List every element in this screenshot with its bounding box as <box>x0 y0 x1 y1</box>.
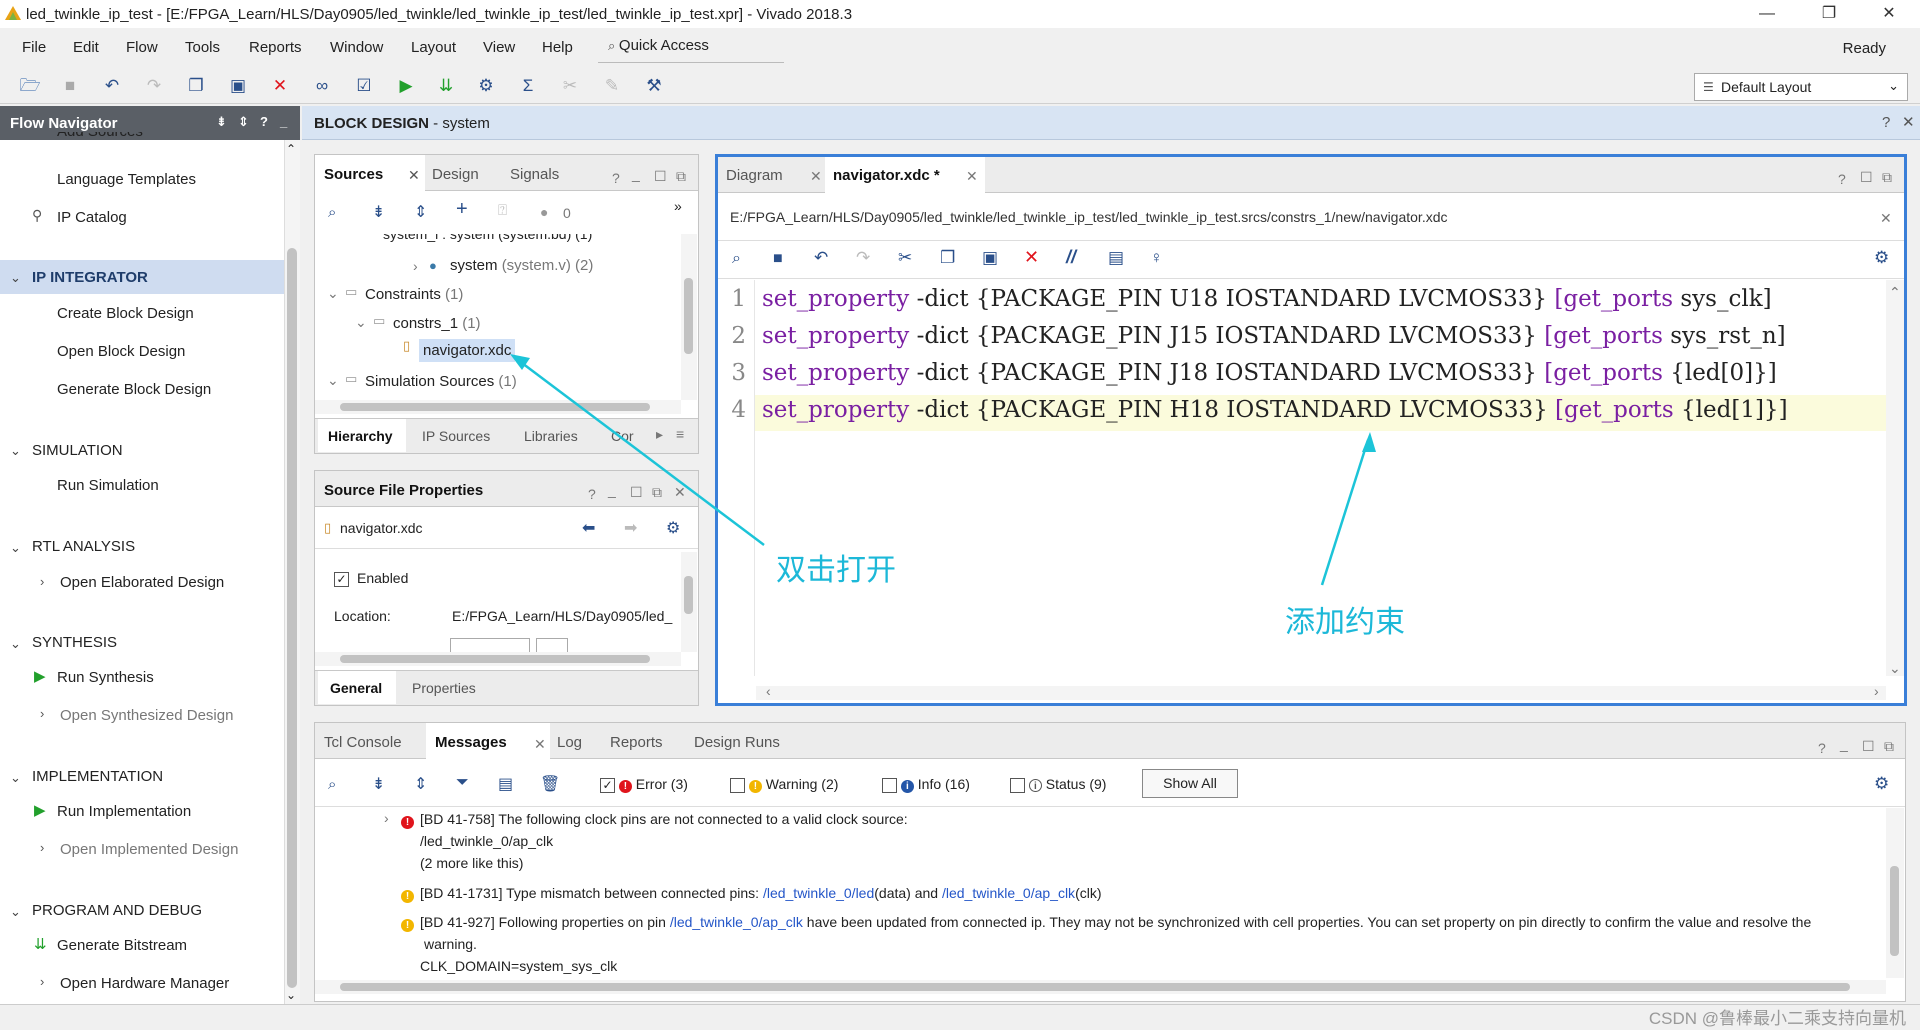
arrow-to-xdc <box>517 359 765 546</box>
arrow-head <box>1362 432 1376 452</box>
arrow-to-code <box>1320 439 1370 586</box>
annotation-arrows <box>510 354 1376 586</box>
annotation-double-click: 双击打开 <box>776 554 896 587</box>
annotation-add-constraint: 添加约束 <box>1285 606 1405 639</box>
watermark: CSDN @鲁棒最小二乘支持向量机 <box>1648 1009 1906 1028</box>
status-bar <box>0 1004 1920 1030</box>
